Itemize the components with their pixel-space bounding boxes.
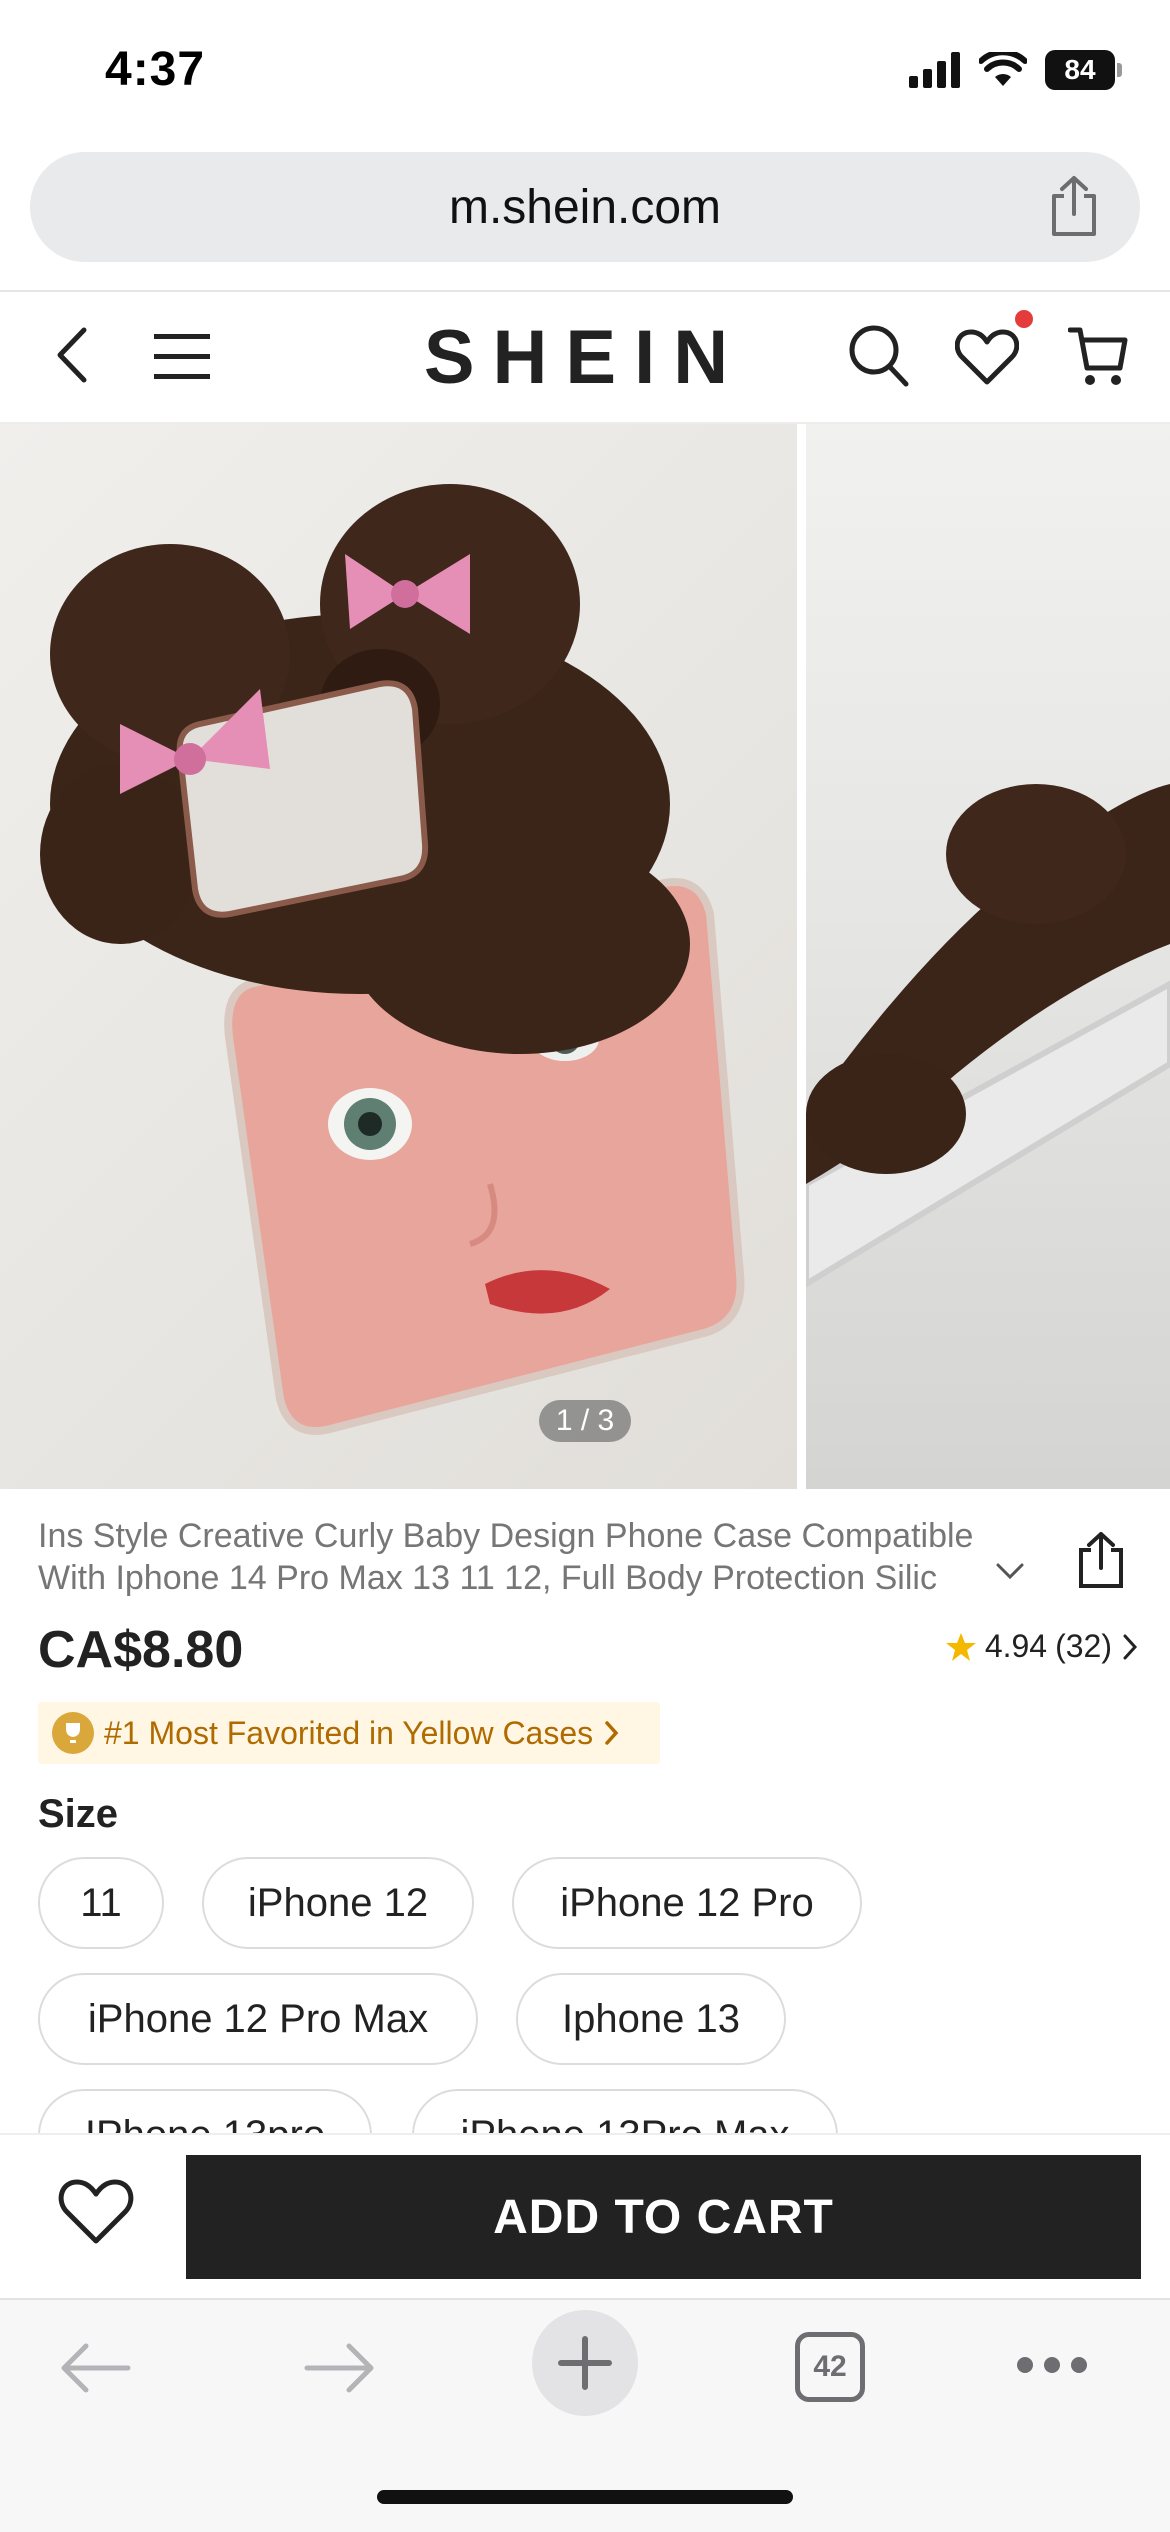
- trophy-icon: [52, 1712, 94, 1754]
- size-option-11[interactable]: 11: [38, 1857, 164, 1949]
- product-title-line-1: Ins Style Creative Curly Baby Design Pho…: [38, 1517, 974, 1555]
- bottom-action-bar: ADD TO CART: [0, 2133, 1170, 2298]
- size-option-iphone-12-pro-max[interactable]: iPhone 12 Pro Max: [38, 1973, 478, 2065]
- product-rating[interactable]: 4.94 (32): [945, 1628, 1140, 1665]
- cellular-signal-icon: [909, 52, 960, 88]
- home-indicator[interactable]: [377, 2490, 793, 2504]
- status-bar: 4:37 84: [0, 0, 1170, 145]
- product-title[interactable]: Ins Style Creative Curly Baby Design Pho…: [38, 1515, 1038, 1599]
- url-text: m.shein.com: [448, 181, 722, 234]
- product-image-1[interactable]: 1 / 3: [0, 424, 797, 1489]
- size-label: Size: [38, 1792, 119, 1836]
- browser-back-icon[interactable]: [58, 2342, 132, 2394]
- plus-icon: [558, 2336, 612, 2390]
- wishlist-icon[interactable]: [955, 328, 1019, 386]
- ranking-badge[interactable]: #1 Most Favorited in Yellow Cases: [38, 1702, 660, 1764]
- product-image-2[interactable]: [806, 424, 1170, 1489]
- share-icon[interactable]: [1075, 1530, 1127, 1590]
- status-icons: 84: [909, 50, 1122, 90]
- cart-icon[interactable]: [1068, 326, 1128, 388]
- size-option-iphone-13[interactable]: Iphone 13: [516, 1973, 786, 2065]
- size-option-iphone-12-pro[interactable]: iPhone 12 Pro: [512, 1857, 862, 1949]
- phone-case-side-illustration: [806, 784, 1170, 1288]
- search-icon[interactable]: [846, 322, 910, 388]
- phone-case-illustration: [40, 484, 745, 1435]
- star-icon: [945, 1632, 976, 1661]
- wishlist-notification-dot: [1015, 310, 1033, 328]
- browser-forward-icon[interactable]: [303, 2342, 377, 2394]
- review-count: (32): [1055, 1628, 1112, 1664]
- size-option-iphone-12[interactable]: iPhone 12: [202, 1857, 474, 1949]
- status-time: 4:37: [105, 43, 206, 96]
- rating-value: 4.94: [984, 1628, 1048, 1664]
- product-title-line-2: With Iphone 14 Pro Max 13 11 12, Full Bo…: [38, 1559, 937, 1597]
- share-icon[interactable]: [1046, 174, 1102, 238]
- chevron-down-icon[interactable]: [995, 1560, 1025, 1582]
- wifi-icon: [979, 52, 1027, 86]
- image-counter: 1 / 3: [539, 1400, 631, 1442]
- battery-icon: 84: [1045, 50, 1122, 90]
- chevron-right-icon: [1123, 1634, 1138, 1659]
- product-image-gallery[interactable]: 1 / 3: [0, 424, 1170, 1489]
- add-to-wishlist-icon[interactable]: [58, 2177, 134, 2247]
- add-to-cart-button[interactable]: ADD TO CART: [186, 2155, 1141, 2279]
- ranking-badge-text: #1 Most Favorited in Yellow Cases: [104, 1714, 594, 1751]
- more-options-icon[interactable]: [1016, 2356, 1088, 2374]
- new-tab-button[interactable]: [532, 2310, 638, 2416]
- site-header: SHEIN: [0, 292, 1170, 422]
- tabs-button[interactable]: 42: [795, 2332, 865, 2402]
- address-bar[interactable]: m.shein.com: [30, 152, 1140, 262]
- product-price: CA$8.80: [38, 1621, 244, 1679]
- chevron-right-icon: [605, 1721, 619, 1745]
